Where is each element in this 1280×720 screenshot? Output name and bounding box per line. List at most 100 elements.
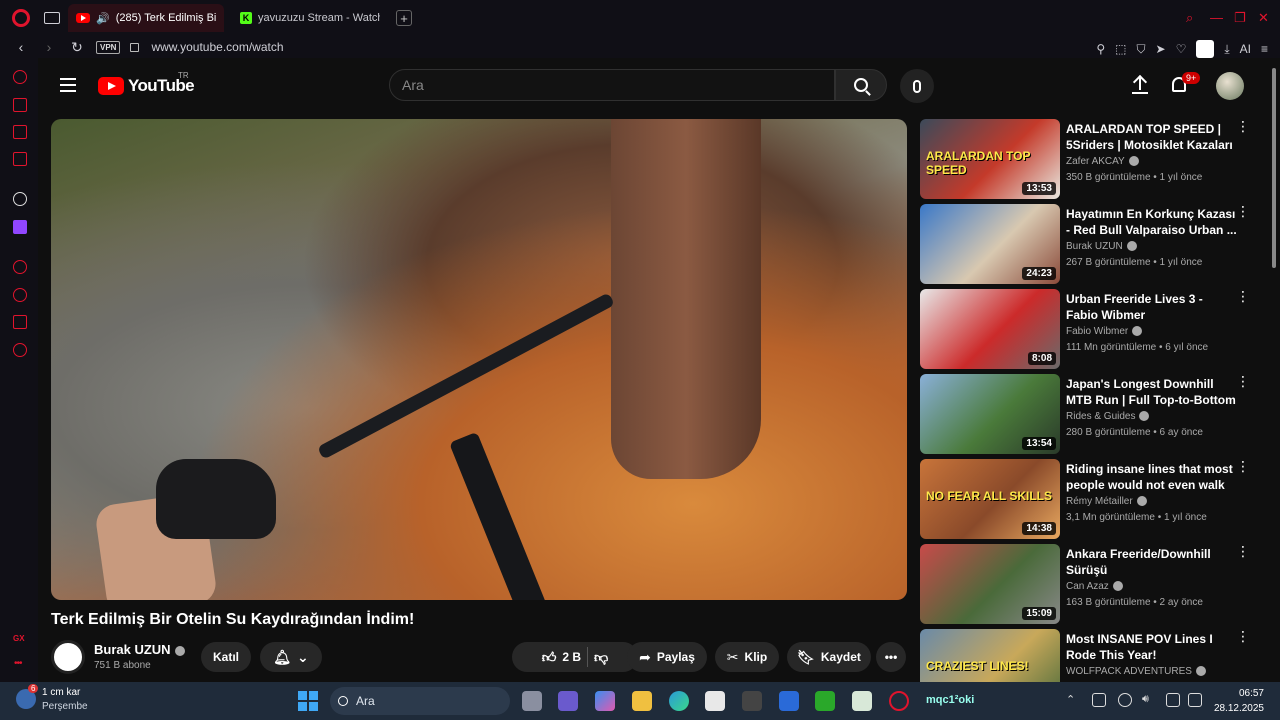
account-avatar[interactable] — [1216, 72, 1244, 100]
ai-button[interactable]: AI — [1240, 42, 1251, 56]
like-count[interactable]: 2 B — [562, 650, 581, 664]
recommendation-channel[interactable]: Burak UZUN — [1066, 241, 1137, 252]
weather-text[interactable]: 1 cm kar — [42, 687, 80, 698]
workspace-icon[interactable] — [13, 125, 27, 139]
recommendation-item[interactable]: 8:08 Urban Freeride Lives 3 - Fabio Wibme… — [920, 289, 1260, 369]
recommendation-thumbnail[interactable]: ARALARDAN TOP SPEED 13:53 — [920, 119, 1060, 199]
more-actions-button[interactable]: ••• — [876, 642, 906, 672]
scrollbar[interactable] — [1272, 68, 1276, 268]
share-button[interactable]: ➦ Paylaş — [627, 642, 707, 672]
start-windows-icon[interactable] — [298, 691, 318, 711]
kebab-menu-icon[interactable]: ⋮ — [1236, 459, 1250, 473]
recommendation-channel[interactable]: Rémy Métailler — [1066, 496, 1147, 507]
recommendation-title[interactable]: Hayatımın En Korkunç Kazası - Red Bull V… — [1066, 206, 1238, 238]
search-input[interactable] — [390, 70, 834, 100]
copilot-icon[interactable] — [595, 691, 615, 711]
recommendation-item[interactable]: ARALARDAN TOP SPEED 13:53 ARALARDAN TOP SP… — [920, 119, 1260, 199]
recommendation-item[interactable]: CRAZIEST LINES! Most INSANE POV Lines I R… — [920, 629, 1260, 682]
kebab-menu-icon[interactable]: ⋮ — [1236, 204, 1250, 218]
join-button[interactable]: Katıl — [201, 642, 251, 672]
snapshot-icon[interactable]: ⬚ — [1115, 42, 1126, 56]
recommendation-thumbnail[interactable]: 15:09 — [920, 544, 1060, 624]
minimize-icon[interactable]: — — [1210, 10, 1223, 25]
recommendation-title[interactable]: Most INSANE POV Lines I Rode This Year! — [1066, 631, 1238, 663]
recommendation-title[interactable]: Ankara Freeride/Downhill Sürüşü — [1066, 546, 1238, 578]
microphone-tray-icon[interactable] — [1118, 693, 1132, 707]
download-icon[interactable]: ⤓ — [1224, 42, 1229, 57]
recommendation-item[interactable]: 13:54 Japan's Longest Downhill MTB Run | … — [920, 374, 1260, 454]
recommendation-channel[interactable]: Zafer AKCAY — [1066, 156, 1139, 167]
xbox-icon[interactable] — [815, 691, 835, 711]
maximize-icon[interactable]: ❐ — [1234, 10, 1246, 26]
chevron-up-icon[interactable]: ⌃ — [1066, 693, 1080, 707]
hamburger-menu-icon[interactable] — [60, 78, 76, 92]
recommendation-title[interactable]: ARALARDAN TOP SPEED | 5Sriders | Motosik… — [1066, 121, 1238, 153]
recommendation-channel[interactable]: WOLFPACK ADVENTURES — [1066, 666, 1206, 677]
network-off-icon[interactable] — [1092, 693, 1106, 707]
back-icon[interactable]: ‹ — [14, 39, 28, 55]
recommendation-thumbnail[interactable]: 24:23 — [920, 204, 1060, 284]
recommendation-title[interactable]: Urban Freeride Lives 3 - Fabio Wibmer — [1066, 291, 1238, 323]
twitch-icon[interactable] — [13, 220, 27, 234]
channel-avatar[interactable] — [51, 640, 85, 674]
tray-app-label[interactable]: mqc1²oki — [926, 694, 974, 706]
video-player[interactable] — [51, 119, 907, 600]
taskbar-search[interactable]: Ara — [330, 687, 510, 715]
vpn-badge[interactable]: VPN — [96, 40, 121, 54]
search-button[interactable] — [835, 69, 887, 101]
kebab-menu-icon[interactable]: ⋮ — [1236, 629, 1250, 643]
subscribed-button[interactable]: 🔔︎ ⌄ — [260, 642, 322, 672]
speaker-icon[interactable]: 🔊 — [96, 12, 110, 25]
recommendation-thumbnail[interactable]: 13:54 — [920, 374, 1060, 454]
recommendation-thumbnail[interactable]: CRAZIEST LINES! — [920, 629, 1060, 682]
battery-icon[interactable] — [1166, 693, 1180, 707]
reload-icon[interactable]: ↻ — [70, 39, 84, 56]
like-icon[interactable]: 👍︎ — [542, 649, 557, 666]
clip-button[interactable]: ✂ Klip — [715, 642, 779, 672]
recommendation-item[interactable]: 15:09 Ankara Freeride/Downhill Sürüşü Can … — [920, 544, 1260, 624]
tab-island-icon[interactable] — [44, 12, 60, 24]
extension-icon[interactable] — [1196, 40, 1215, 58]
recommendation-thumbnail[interactable]: 8:08 — [920, 289, 1060, 369]
kebab-menu-icon[interactable]: ⋮ — [1236, 544, 1250, 558]
forward-icon[interactable]: › — [42, 39, 56, 55]
new-tab-button[interactable]: + — [396, 10, 412, 26]
recommendation-item[interactable]: 24:23 Hayatımın En Korkunç Kazası - Red B… — [920, 204, 1260, 284]
search-box[interactable] — [389, 69, 835, 101]
unity-icon[interactable] — [742, 691, 762, 711]
recommendation-channel[interactable]: Can Azaz — [1066, 581, 1123, 592]
volume-icon[interactable]: 🔊︎ — [1142, 693, 1156, 707]
channel-name-row[interactable]: Burak UZUN — [94, 642, 185, 657]
kebab-menu-icon[interactable]: ⋮ — [1236, 374, 1250, 388]
send-icon[interactable]: ➤ — [1156, 42, 1166, 56]
gx-icon[interactable]: GX — [13, 634, 25, 643]
save-button[interactable]: 🔖︎ Kaydet — [787, 642, 871, 672]
mail-icon[interactable] — [852, 691, 872, 711]
store-icon[interactable] — [705, 691, 725, 711]
recommendation-title[interactable]: Riding insane lines that most people wou… — [1066, 461, 1238, 493]
shield-icon[interactable]: ⛉ — [1136, 42, 1145, 57]
heart-icon[interactable]: ♡ — [1176, 42, 1187, 56]
dislike-icon[interactable]: 👎︎ — [594, 649, 608, 666]
messenger-icon[interactable] — [13, 152, 27, 166]
task-view-icon[interactable] — [522, 691, 542, 711]
recommendation-thumbnail[interactable]: NO FEAR ALL SKILLS 14:38 — [920, 459, 1060, 539]
search-tabs-icon[interactable]: ⌕ — [1186, 10, 1193, 26]
channel-name[interactable]: Burak UZUN — [94, 642, 171, 657]
kebab-menu-icon[interactable]: ⋮ — [1236, 289, 1250, 303]
history-icon[interactable] — [13, 288, 27, 302]
extensions-icon[interactable] — [13, 315, 27, 329]
recommendation-item[interactable]: NO FEAR ALL SKILLS 14:38 Riding insane lin… — [920, 459, 1260, 539]
aria-icon[interactable] — [13, 98, 27, 112]
chatgpt-icon[interactable] — [13, 192, 27, 206]
teams-icon[interactable] — [558, 691, 578, 711]
weather-day[interactable]: Perşembe — [42, 701, 88, 712]
recommendation-title[interactable]: Japan's Longest Downhill MTB Run | Full … — [1066, 376, 1238, 408]
opera-logo-icon[interactable] — [12, 9, 30, 27]
speed-dial-icon[interactable] — [13, 70, 27, 84]
voice-search-button[interactable] — [900, 69, 934, 103]
file-explorer-icon[interactable] — [632, 691, 652, 711]
pin-icon[interactable]: ⚲ — [1096, 42, 1105, 56]
more-icon[interactable]: ••• — [14, 658, 22, 669]
gamepad-icon[interactable] — [1188, 693, 1202, 707]
